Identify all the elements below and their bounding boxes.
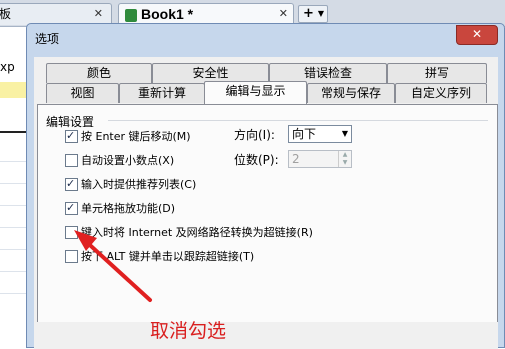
annotation-text: 取消勾选 — [150, 320, 227, 342]
tab-edit-display[interactable]: 编辑与显示 — [204, 81, 307, 104]
annotation-arrow — [74, 230, 152, 302]
